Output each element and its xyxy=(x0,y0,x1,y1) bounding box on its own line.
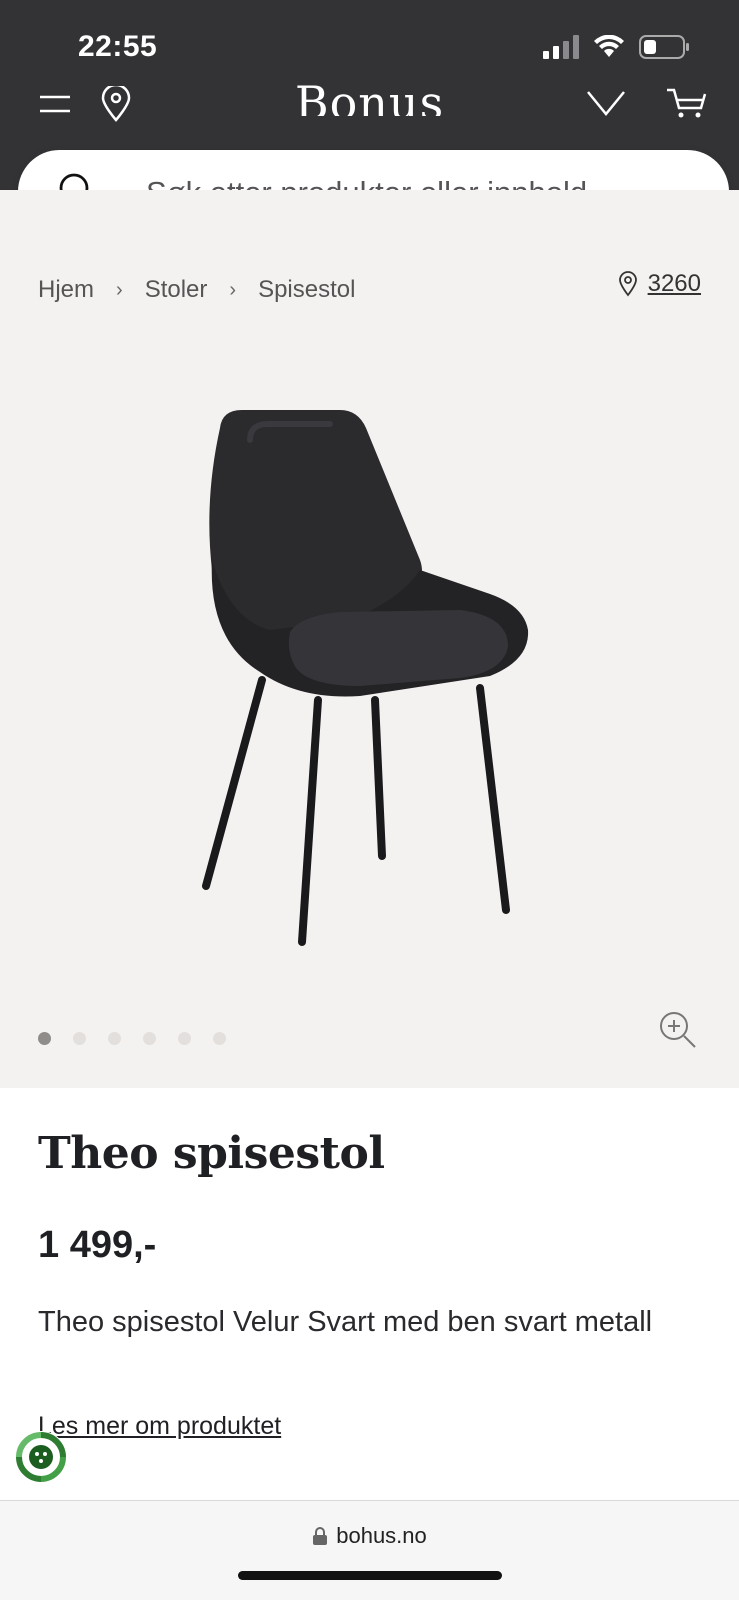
gallery-dots xyxy=(38,1032,226,1045)
status-time: 22:55 xyxy=(78,30,158,63)
gallery-dot[interactable] xyxy=(143,1032,156,1045)
gallery-dot[interactable] xyxy=(213,1032,226,1045)
location-pin-icon xyxy=(618,271,637,297)
wishlist-heart-icon[interactable] xyxy=(585,88,627,118)
browser-bottom-bar: bohus.no xyxy=(0,1500,739,1600)
breadcrumb-chairs[interactable]: Stoler xyxy=(145,276,208,304)
nav-row: Bonus xyxy=(0,76,739,134)
signal-icon xyxy=(543,35,579,59)
product-description: Theo spisestol Velur Svart med ben svart… xyxy=(38,1306,653,1338)
gallery-dot[interactable] xyxy=(38,1032,51,1045)
breadcrumb-dining-chair[interactable]: Spisestol xyxy=(258,276,355,304)
product-price: 1 499,- xyxy=(38,1224,157,1266)
gallery-dot[interactable] xyxy=(108,1032,121,1045)
chevron-right-icon: › xyxy=(116,278,123,301)
read-more-link[interactable]: Les mer om produktet xyxy=(38,1412,281,1441)
store-number[interactable]: 3260 xyxy=(648,270,701,298)
product-image-chair[interactable] xyxy=(190,410,550,950)
url-text: bohus.no xyxy=(336,1523,427,1548)
status-icons xyxy=(543,34,691,60)
chevron-right-icon: › xyxy=(229,278,237,301)
address-bar[interactable]: bohus.no xyxy=(0,1523,739,1549)
breadcrumb-home[interactable]: Hjem xyxy=(38,276,94,304)
home-indicator xyxy=(238,1571,502,1580)
product-gallery[interactable]: Hjem › Stoler › Spisestol 3260 xyxy=(0,190,739,1088)
store-selector[interactable]: 3260 xyxy=(618,270,701,298)
gallery-dot[interactable] xyxy=(178,1032,191,1045)
sustainability-badge-icon[interactable] xyxy=(14,1430,68,1484)
wifi-icon xyxy=(594,35,624,57)
product-title: Theo spisestol xyxy=(38,1128,385,1179)
product-info: Theo spisestol 1 499,- Theo spisestol Ve… xyxy=(0,1088,739,1500)
cart-icon[interactable] xyxy=(665,86,709,120)
battery-icon xyxy=(639,35,689,59)
lock-icon xyxy=(313,1527,328,1545)
breadcrumb: Hjem › Stoler › Spisestol xyxy=(38,276,355,304)
gallery-dot[interactable] xyxy=(73,1032,86,1045)
zoom-in-icon[interactable] xyxy=(658,1010,698,1050)
